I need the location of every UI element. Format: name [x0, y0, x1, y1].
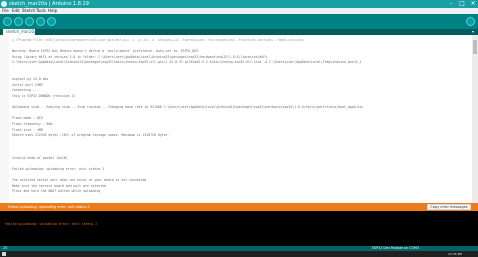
code-line: Make sure the correct board and port are… — [12, 183, 107, 188]
code-line: esptool.py v3.0-dev — [12, 77, 49, 82]
code-line: Warning: Board ESP32 Dev Module doesn't … — [12, 49, 199, 54]
windows-start-icon[interactable] — [2, 252, 6, 256]
code-line: Uploading stub... Running stub... Stub r… — [12, 105, 364, 110]
open-icon[interactable] — [36, 17, 45, 26]
code-line: Flash frequency : 80m — [12, 122, 53, 126]
maximize-button[interactable]: □ — [457, 0, 467, 8]
line-gutter — [0, 35, 9, 203]
code-line: C:\Users\user\AppData\Local\Arduino15\pa… — [12, 60, 362, 65]
code-line: The selected serial port does not exist … — [12, 178, 147, 182]
code-line: Connecting..... — [12, 88, 41, 93]
console-output[interactable] — [0, 211, 478, 246]
upload-icon[interactable] — [14, 17, 23, 26]
new-icon[interactable] — [25, 17, 34, 26]
editor-scrollbar[interactable] — [472, 35, 478, 203]
taskbar — [0, 251, 478, 257]
code-line: C:\Program Files (x86)\Arduino\hardware\… — [12, 38, 304, 42]
code-line: Chip is ESP32-D0WDQ6 (revision 1) — [12, 94, 76, 98]
toolbar — [0, 14, 478, 29]
arduino-logo-icon — [1, 1, 7, 7]
copy-error-button[interactable]: Copy error messages — [427, 204, 471, 210]
code-line: Press and hold the BOOT button while upl… — [12, 189, 101, 194]
status-message: Failed uploading: uploading error: exit … — [8, 205, 90, 209]
save-icon[interactable] — [47, 17, 56, 26]
code-line: Sketch uses 212345 bytes (16%) of progra… — [12, 133, 170, 138]
code-line: Flash mode : DIO — [12, 116, 43, 121]
minimize-button[interactable]: – — [446, 0, 456, 8]
code-line: Serial port COM3 — [12, 82, 43, 87]
code-line: Using library WiFi at version 1.0 in fol… — [12, 54, 268, 59]
console-line: Failed uploading: uploading error: exit … — [5, 222, 98, 227]
window-title: sketch_mar20a | Arduino 1.8.19 — [9, 1, 89, 7]
code-line: Invalid head of packet (0x1B) — [12, 155, 68, 160]
close-button[interactable]: ✕ — [468, 0, 478, 8]
verify-icon[interactable] — [3, 17, 12, 26]
code-line: Failed uploading: uploading error: exit … — [12, 166, 105, 171]
code-line: Flash size : 4MB — [12, 127, 43, 132]
scroll-thumb[interactable] — [473, 40, 477, 54]
taskbar-clock: 12:45 PM — [448, 252, 462, 256]
serial-monitor-icon[interactable] — [466, 17, 475, 26]
